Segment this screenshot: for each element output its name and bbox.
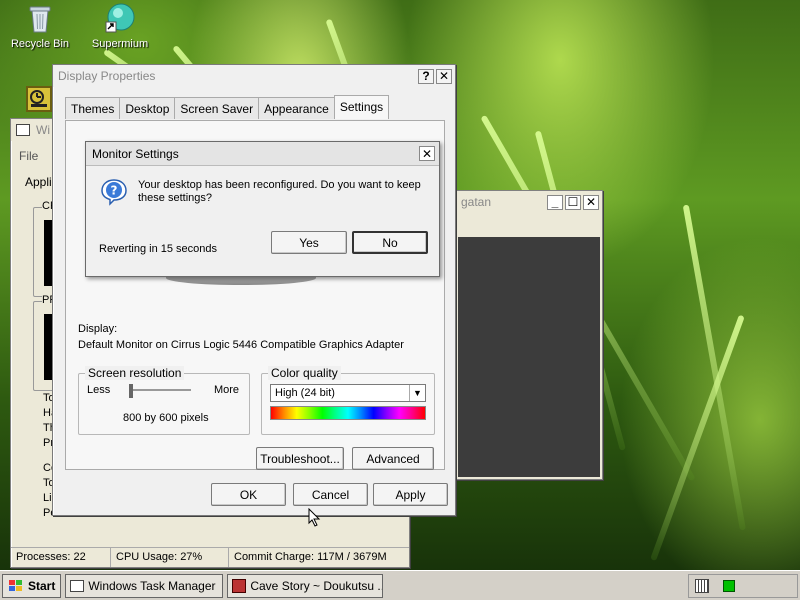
- recycle-bin-icon: [24, 2, 56, 34]
- cave-story-title: gatan: [461, 195, 492, 209]
- color-quality-label: Color quality: [268, 366, 341, 380]
- supermium-icon: [104, 2, 136, 34]
- monitor-settings-dialog[interactable]: Monitor Settings ✕ ? Your desktop has be…: [85, 141, 440, 277]
- task-manager-icon: [70, 579, 85, 592]
- task-manager-statusbar: Processes: 22 CPU Usage: 27% Commit Char…: [11, 547, 409, 567]
- apply-button[interactable]: Apply: [373, 483, 448, 506]
- color-quality-value: High (24 bit): [275, 387, 335, 399]
- tab-screen-saver[interactable]: Screen Saver: [174, 97, 260, 119]
- color-spectrum-bar: [270, 406, 426, 420]
- game-viewport[interactable]: [458, 237, 600, 477]
- status-processes: Processes: 22: [11, 548, 111, 567]
- task-manager-icon: [16, 124, 30, 136]
- supermium-label: Supermium: [91, 38, 149, 50]
- resolution-slider-track[interactable]: [131, 389, 191, 391]
- minimize-button[interactable]: _: [547, 194, 563, 210]
- taskbar-item-label: Windows Task Manager: [88, 578, 216, 593]
- cave-story-icon: [232, 578, 247, 593]
- status-cpu: CPU Usage: 27%: [111, 548, 229, 567]
- keyboard-icon[interactable]: [695, 578, 709, 593]
- revert-countdown: Reverting in 15 seconds: [99, 243, 218, 255]
- maximize-button[interactable]: ☐: [565, 194, 581, 210]
- question-icon: ?: [100, 178, 128, 206]
- supermium-desktop-icon[interactable]: Supermium: [80, 2, 160, 50]
- display-label: Display:: [78, 323, 118, 335]
- shortcut-icon[interactable]: [26, 86, 52, 112]
- svg-text:?: ?: [111, 184, 118, 198]
- monitor-settings-titlebar[interactable]: Monitor Settings ✕: [86, 142, 439, 166]
- screen-resolution-group: Screen resolution Less More 800 by 600 p…: [78, 366, 250, 435]
- start-label: Start: [28, 578, 56, 593]
- help-button[interactable]: ?: [418, 68, 434, 84]
- recycle-bin-desktop-icon[interactable]: Recycle Bin: [0, 2, 80, 50]
- taskbar-item-cave-story[interactable]: Cave Story ~ Doukutsu ...: [227, 573, 384, 598]
- cpu-meter-tray-icon[interactable]: [723, 579, 735, 592]
- recycle-bin-label: Recycle Bin: [10, 38, 70, 50]
- system-tray: [688, 573, 798, 598]
- tab-desktop[interactable]: Desktop: [119, 97, 176, 119]
- monitor-settings-title: Monitor Settings: [92, 146, 179, 161]
- screen-resolution-label: Screen resolution: [85, 366, 185, 380]
- color-quality-select[interactable]: High (24 bit) ▼: [270, 384, 426, 402]
- resolution-less-label: Less: [87, 384, 111, 396]
- taskbar-item-label: Cave Story ~ Doukutsu ...: [250, 578, 384, 593]
- ok-button[interactable]: OK: [211, 483, 286, 506]
- cave-story-window[interactable]: gatan _ ☐ ✕: [455, 190, 603, 480]
- display-properties-title: Display Properties: [58, 69, 156, 83]
- start-button[interactable]: Start: [2, 573, 62, 598]
- close-button[interactable]: ✕: [419, 146, 435, 161]
- tab-appearance[interactable]: Appearance: [258, 97, 335, 119]
- mouse-cursor-icon: [308, 507, 322, 528]
- monitor-settings-message: Your desktop has been reconfigured. Do y…: [138, 179, 421, 204]
- grass-blade: [682, 204, 746, 531]
- advanced-button[interactable]: Advanced: [352, 447, 434, 470]
- display-properties-window[interactable]: Display Properties ? ✕ Themes Desktop Sc…: [52, 64, 456, 516]
- windows-logo-icon: [9, 579, 22, 591]
- taskbar: Start Windows Task Manager Cave Story ~ …: [0, 570, 800, 600]
- cancel-button[interactable]: Cancel: [293, 483, 368, 506]
- troubleshoot-button[interactable]: Troubleshoot...: [256, 447, 344, 470]
- resolution-slider-thumb[interactable]: [129, 384, 133, 398]
- resolution-more-label: More: [213, 384, 239, 396]
- cave-story-titlebar[interactable]: gatan _ ☐ ✕: [456, 191, 602, 213]
- tab-strip: Themes Desktop Screen Saver Appearance S…: [65, 95, 390, 119]
- chevron-down-icon[interactable]: ▼: [409, 385, 425, 401]
- taskbar-item-task-manager[interactable]: Windows Task Manager: [65, 573, 224, 598]
- status-commit: Commit Charge: 117M / 3679M: [234, 551, 387, 563]
- tab-themes[interactable]: Themes: [65, 97, 121, 119]
- no-button[interactable]: No: [352, 231, 428, 254]
- close-button[interactable]: ✕: [583, 194, 599, 210]
- yes-button[interactable]: Yes: [271, 231, 347, 254]
- color-quality-group: Color quality High (24 bit) ▼: [261, 366, 435, 435]
- display-adapter-value: Default Monitor on Cirrus Logic 5446 Com…: [78, 339, 404, 351]
- tab-settings[interactable]: Settings: [333, 95, 390, 119]
- close-button[interactable]: ✕: [436, 68, 452, 84]
- resolution-value: 800 by 600 pixels: [123, 412, 209, 424]
- display-properties-titlebar[interactable]: Display Properties ? ✕: [53, 65, 455, 87]
- menu-file[interactable]: File: [19, 149, 38, 163]
